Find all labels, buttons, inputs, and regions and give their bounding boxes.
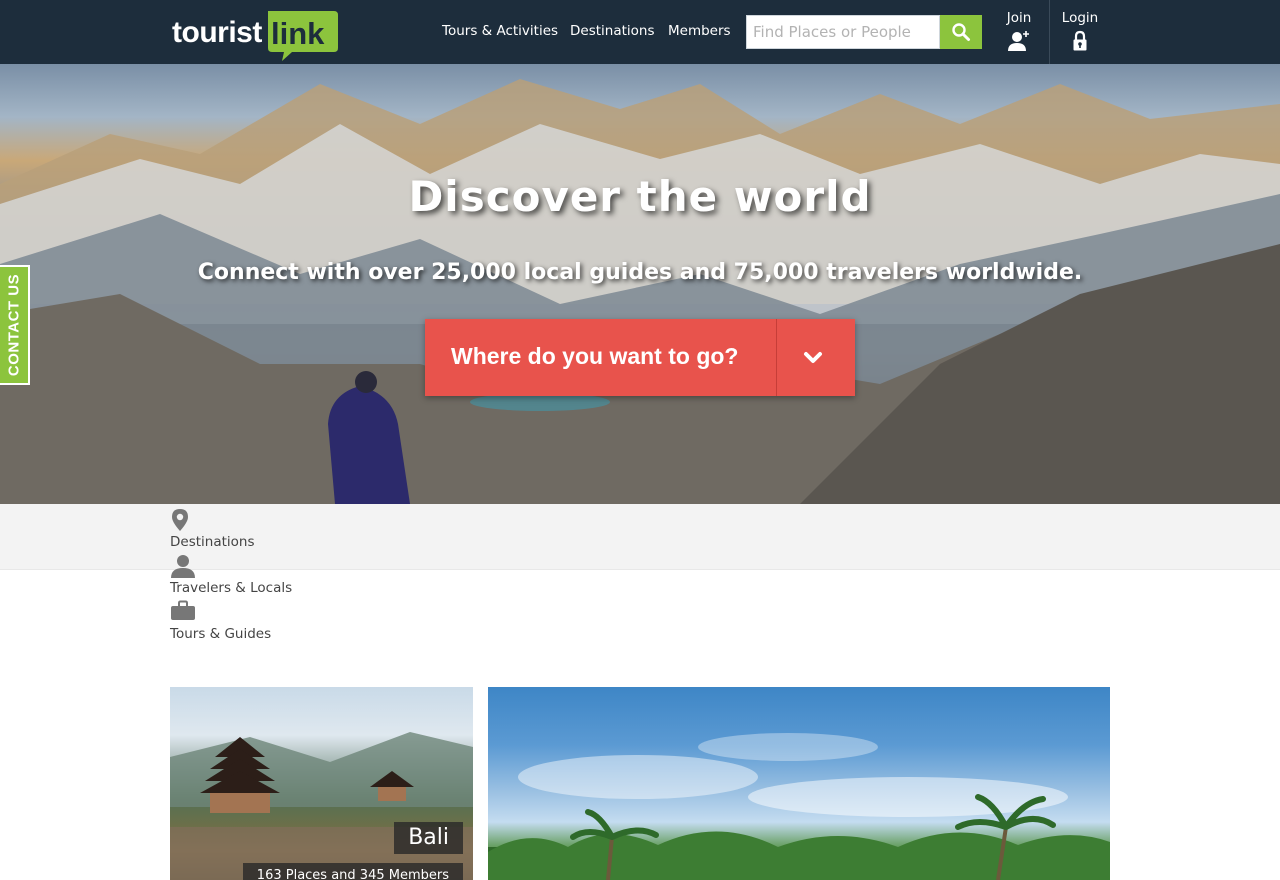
chevron-down-icon <box>804 352 822 363</box>
contact-us-label: CONTACT US <box>5 273 23 377</box>
category-destinations[interactable]: Destinations <box>170 508 370 550</box>
destination-card-bali[interactable]: Bali 163 Places and 345 Members <box>170 687 473 880</box>
login-button[interactable]: Login <box>1050 0 1110 64</box>
nav-destinations[interactable]: Destinations <box>570 23 655 39</box>
category-tours-guides[interactable]: Tours & Guides <box>170 600 370 642</box>
category-destinations-label: Destinations <box>170 534 255 550</box>
join-label: Join <box>1006 10 1032 26</box>
search-button[interactable] <box>940 15 982 49</box>
contact-us-tab[interactable]: CONTACT US <box>0 265 30 385</box>
magnifier-icon <box>952 23 970 41</box>
dropdown-separator <box>776 319 777 396</box>
map-pin-icon <box>172 509 188 531</box>
join-button[interactable]: Join <box>989 0 1049 64</box>
nav-members[interactable]: Members <box>668 23 731 39</box>
tropical-palms-image <box>488 733 1110 880</box>
category-travelers-locals-label: Travelers & Locals <box>170 580 293 596</box>
hero-subtitle: Connect with over 25,000 local guides an… <box>197 260 1083 285</box>
destination-stats: 163 Places and 345 Members <box>242 863 463 880</box>
svg-text:link: link <box>271 16 325 51</box>
hero-title: Discover the world <box>408 172 872 221</box>
destination-card-tropical[interactable] <box>488 687 1110 880</box>
destination-name: Bali <box>394 822 463 854</box>
login-label: Login <box>1061 10 1099 26</box>
person-icon <box>171 555 195 578</box>
touristlink-logo[interactable]: tourist link <box>170 8 340 62</box>
category-tours-guides-label: Tours & Guides <box>170 626 272 642</box>
search-input[interactable] <box>746 15 940 49</box>
add-user-icon <box>1008 31 1029 51</box>
svg-text:tourist: tourist <box>172 16 262 49</box>
category-travelers-locals[interactable]: Travelers & Locals <box>170 554 370 596</box>
lock-icon <box>1073 30 1087 51</box>
top-navbar: tourist link Tours & Activities Destinat… <box>0 0 1280 64</box>
where-to-go-label: Where do you want to go? <box>451 343 739 369</box>
where-to-go-dropdown[interactable]: Where do you want to go? <box>425 319 855 396</box>
briefcase-icon <box>171 600 195 620</box>
nav-tours-activities[interactable]: Tours & Activities <box>442 23 558 39</box>
hero-banner: Discover the world Connect with over 25,… <box>0 64 1280 504</box>
